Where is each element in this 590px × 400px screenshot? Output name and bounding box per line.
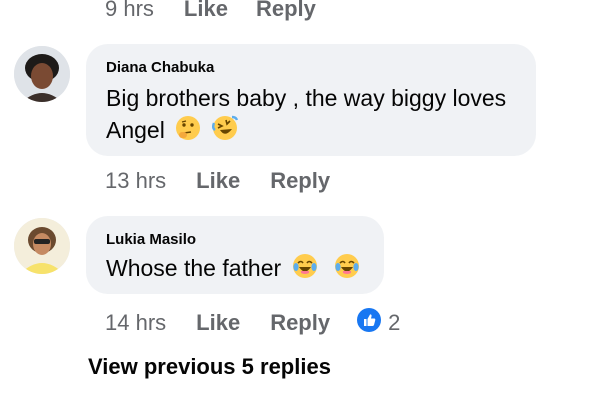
- avatar-photo: [14, 46, 70, 102]
- comment-meta-top: 9 hrs Like Reply: [105, 0, 316, 22]
- comment-bubble: Lukia Masilo Whose the father: [86, 216, 384, 294]
- reaction-count: 2: [388, 310, 401, 335]
- rolling-laughing-icon: [211, 115, 238, 149]
- comment-time: 9 hrs: [105, 0, 154, 21]
- reaction-summary[interactable]: 2: [356, 307, 400, 339]
- thinking-face-icon: [175, 115, 201, 149]
- reply-button[interactable]: Reply: [270, 168, 330, 194]
- comment-text-line: Angel: [106, 114, 238, 149]
- like-button[interactable]: Like: [184, 0, 228, 22]
- avatar-photo: [14, 218, 70, 274]
- comment-bubble: Diana Chabuka Big brothers baby , the wa…: [86, 44, 536, 156]
- comment-text: Big brothers baby , the way biggy loves: [106, 82, 506, 114]
- comment-text-body: Whose the father: [106, 255, 282, 281]
- comment-meta: 13 hrs Like Reply: [105, 168, 330, 194]
- like-button[interactable]: Like: [196, 310, 240, 336]
- like-reaction-icon: [356, 307, 382, 339]
- tears-of-joy-icon: [334, 253, 360, 287]
- comment-text: Whose the father: [106, 252, 360, 287]
- reply-button[interactable]: Reply: [256, 0, 316, 22]
- tears-of-joy-icon: [292, 253, 318, 287]
- comment-time: 13 hrs: [105, 168, 167, 193]
- comment-time: 14 hrs: [105, 310, 167, 335]
- comment-text-line1: Big brothers baby , the way biggy loves: [106, 85, 507, 111]
- avatar[interactable]: [14, 218, 70, 274]
- comment-author[interactable]: Diana Chabuka: [106, 59, 214, 76]
- like-button[interactable]: Like: [196, 168, 240, 194]
- comment-meta: 14 hrs Like Reply 2: [105, 307, 400, 339]
- reply-button[interactable]: Reply: [270, 310, 330, 336]
- view-previous-replies-link[interactable]: View previous 5 replies: [88, 354, 331, 380]
- comment-author[interactable]: Lukia Masilo: [106, 231, 196, 248]
- avatar[interactable]: [14, 46, 70, 102]
- comment-text-line2: Angel: [106, 117, 165, 143]
